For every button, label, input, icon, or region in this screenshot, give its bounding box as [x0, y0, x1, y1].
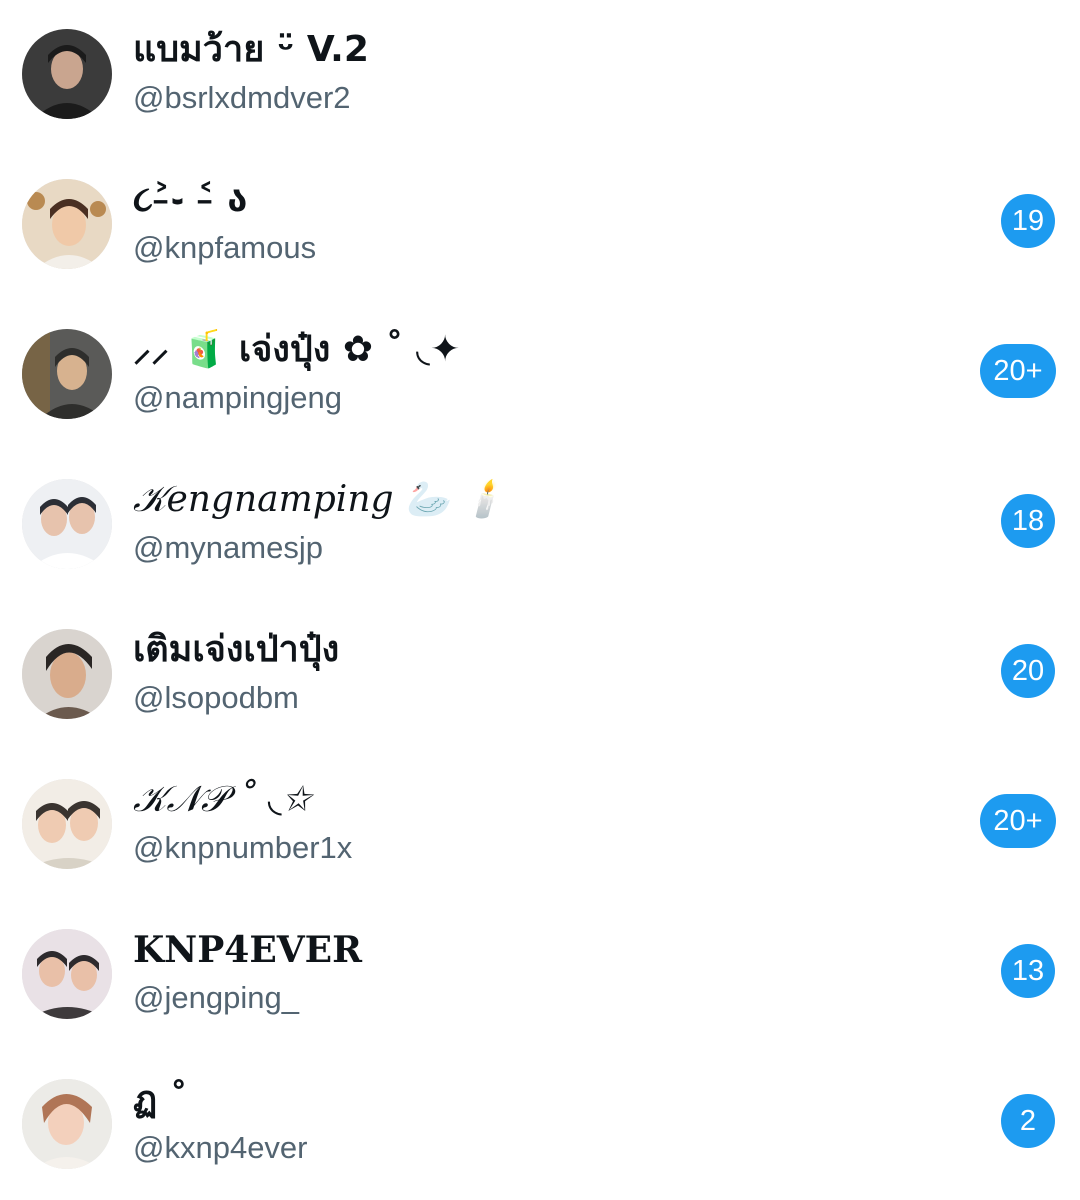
display-name: KNP4EVER — [133, 929, 363, 971]
avatar-photo — [22, 29, 112, 119]
display-name: 𝒦engnamping 🦢 🕯️ — [133, 479, 507, 520]
display-name: 𝒦𝒩𝒫 ˚ ◟✩ — [133, 779, 312, 820]
username-handle: @jengping_ — [133, 980, 299, 1015]
conversation-row[interactable]: ฏ ˚ @kxnp4ever 2 — [0, 1050, 1080, 1200]
display-name: ⸝⸝ 🧃 เจ่งปุ๋ง ✿ ˚ ◟✦ — [133, 329, 461, 370]
username-handle: @knpnumber1x — [133, 830, 353, 865]
avatar-photo — [22, 479, 112, 569]
username-handle: @nampingjeng — [133, 380, 342, 415]
avatar[interactable] — [22, 29, 112, 119]
avatar[interactable] — [22, 1079, 112, 1169]
conversation-row[interactable]: แบมว้าย ᵕ̈ V.2 @bsrlxdmdver2 — [0, 0, 1080, 150]
unread-count-badge: 20 — [1001, 644, 1055, 698]
conversation-row[interactable]: KNP4EVER @jengping_ 13 — [0, 900, 1080, 1050]
conversation-row[interactable]: เติมเจ่งเป่าปุ๋ง @lsopodbm 20 — [0, 600, 1080, 750]
avatar-photo — [22, 179, 112, 269]
avatar[interactable] — [22, 929, 112, 1019]
conversation-row[interactable]: 𝒦engnamping 🦢 🕯️ @mynamesjp 18 — [0, 450, 1080, 600]
unread-count-badge: 20+ — [980, 344, 1056, 398]
avatar-photo — [22, 629, 112, 719]
conversation-row[interactable]: 𝒦𝒩𝒫 ˚ ◟✩ @knpnumber1x 20+ — [0, 750, 1080, 900]
avatar[interactable] — [22, 779, 112, 869]
unread-count-badge: 2 — [1001, 1094, 1055, 1148]
avatar[interactable] — [22, 329, 112, 419]
unread-count-badge: 13 — [1001, 944, 1055, 998]
display-name: ૮˃̵֊ ˂̵ ა — [133, 179, 248, 220]
username-handle: @bsrlxdmdver2 — [133, 80, 351, 115]
avatar-photo — [22, 329, 112, 419]
username-handle: @mynamesjp — [133, 530, 323, 565]
username-handle: @lsopodbm — [133, 680, 299, 715]
display-name: เติมเจ่งเป่าปุ๋ง — [133, 629, 340, 670]
username-handle: @knpfamous — [133, 230, 317, 265]
display-name: ฏ ˚ — [133, 1079, 188, 1120]
unread-count-badge: 20+ — [980, 794, 1056, 848]
conversation-list: แบมว้าย ᵕ̈ V.2 @bsrlxdmdver2 ૮˃̵֊ ˂̵ ა @… — [0, 0, 1080, 1199]
conversation-row[interactable]: ૮˃̵֊ ˂̵ ა @knpfamous 19 — [0, 150, 1080, 300]
avatar-photo — [22, 929, 112, 1019]
avatar-photo — [22, 779, 112, 869]
avatar[interactable] — [22, 479, 112, 569]
display-name: แบมว้าย ᵕ̈ V.2 — [133, 29, 369, 70]
unread-count-badge: 18 — [1001, 494, 1055, 548]
avatar[interactable] — [22, 179, 112, 269]
username-handle: @kxnp4ever — [133, 1130, 308, 1165]
conversation-row[interactable]: ⸝⸝ 🧃 เจ่งปุ๋ง ✿ ˚ ◟✦ @nampingjeng 20+ — [0, 300, 1080, 450]
avatar-photo — [22, 1079, 112, 1169]
avatar[interactable] — [22, 629, 112, 719]
unread-count-badge: 19 — [1001, 194, 1055, 248]
